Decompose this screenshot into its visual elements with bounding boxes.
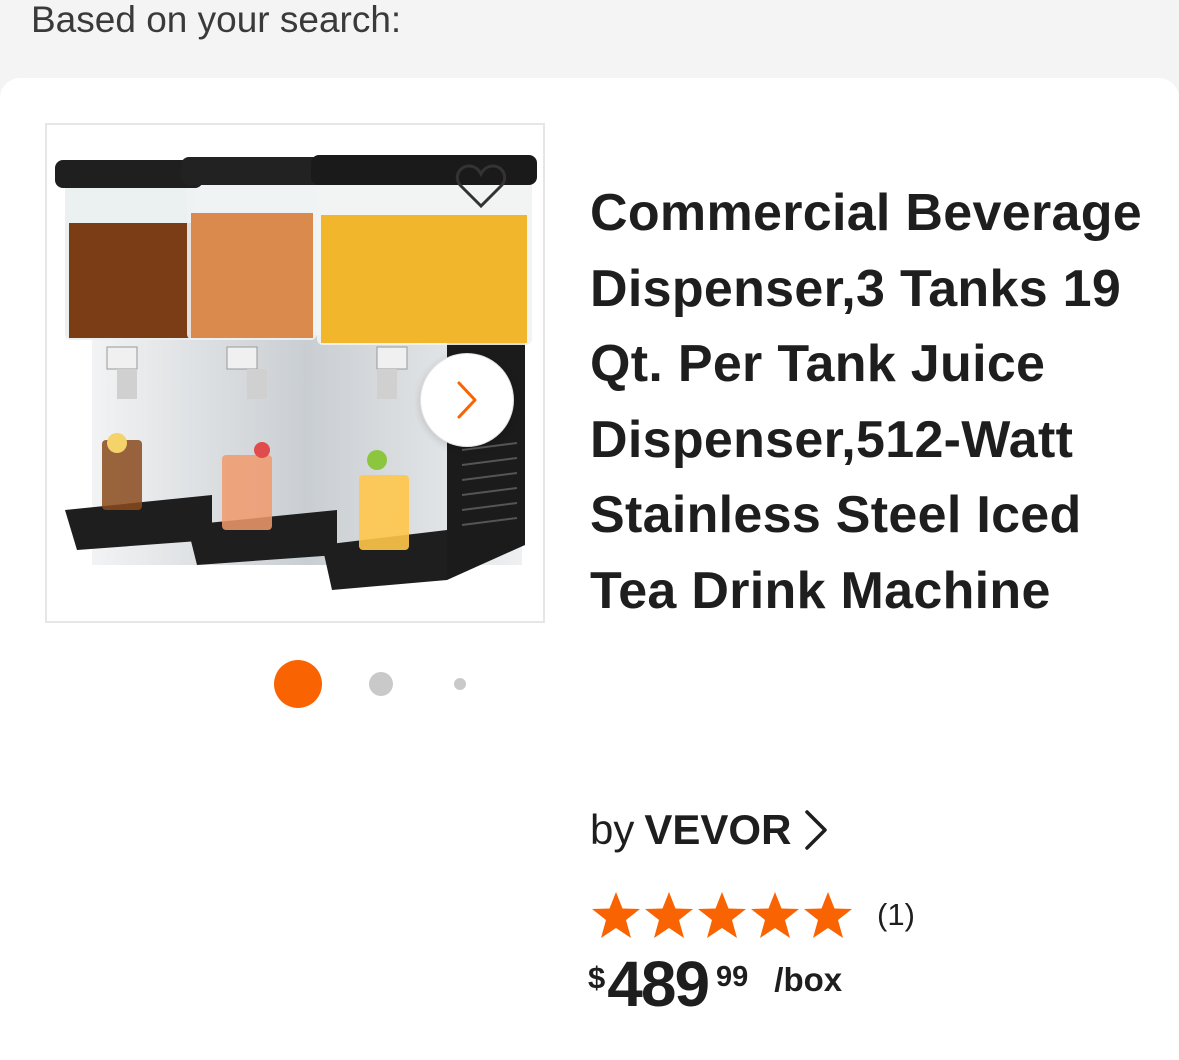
star-icon: [698, 892, 746, 938]
carousel-dot[interactable]: [369, 672, 393, 696]
star-icon: [804, 892, 852, 938]
brand-prefix: by: [590, 806, 635, 853]
chevron-right-icon: [805, 810, 828, 850]
star-rating: [590, 890, 855, 940]
brand-name: VEVOR: [644, 806, 792, 853]
review-count: (1): [877, 897, 915, 932]
star-icon: [751, 892, 799, 938]
carousel-dot[interactable]: [454, 678, 466, 690]
rating[interactable]: (1): [590, 890, 915, 940]
price-cents: 99: [716, 961, 749, 993]
star-icon: [645, 892, 693, 938]
star-icon: [592, 892, 640, 938]
price-unit: /box: [774, 961, 843, 998]
price: $ 489 99 /box: [588, 948, 842, 1020]
chevron-right-icon: [457, 381, 477, 419]
brand-link[interactable]: by VEVOR: [590, 806, 829, 854]
favorite-heart-icon[interactable]: [455, 162, 507, 210]
price-whole: 489: [607, 948, 710, 1020]
price-currency: $: [588, 960, 606, 995]
product-title[interactable]: Commercial Beverage Dispenser,3 Tanks 19…: [590, 176, 1165, 629]
carousel-dot-active[interactable]: [274, 660, 322, 708]
section-heading: Based on your search:: [31, 0, 402, 40]
next-image-button[interactable]: [420, 353, 514, 447]
